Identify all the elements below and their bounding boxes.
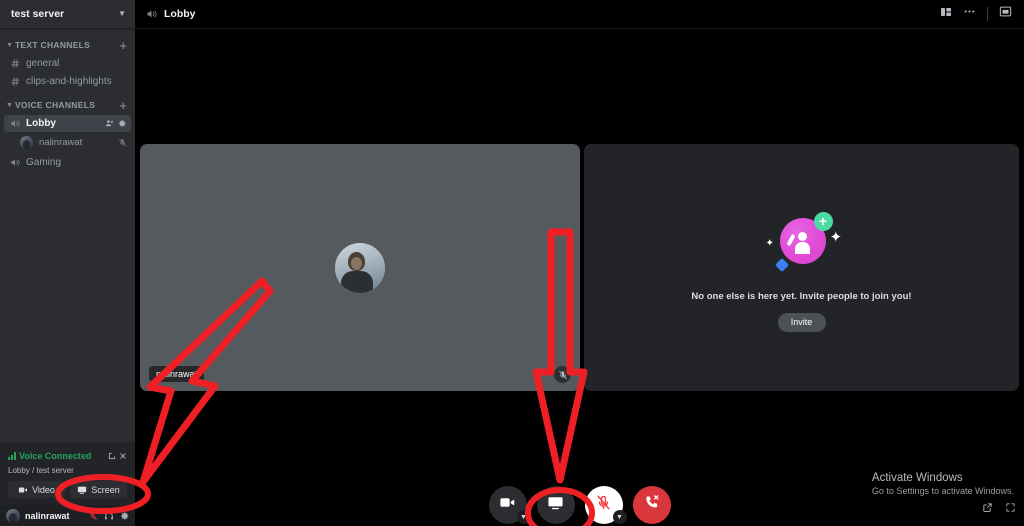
hash-icon: [10, 58, 23, 69]
chevron-down-icon: ▼: [6, 102, 13, 109]
video-stage: nalinrawat + ✦ ✦ No one else is h: [135, 29, 1024, 526]
category-text-channels[interactable]: ▼ TEXT CHANNELS +: [0, 37, 135, 53]
server-header[interactable]: test server ▼: [0, 0, 135, 29]
sidebar-item-gaming[interactable]: Gaming: [4, 154, 131, 171]
disconnect-button[interactable]: [633, 486, 671, 524]
fullscreen-icon[interactable]: [1005, 500, 1016, 518]
video-button[interactable]: Video: [8, 481, 65, 498]
layout-grid-icon[interactable]: [940, 5, 952, 23]
mic-muted-icon[interactable]: [88, 511, 98, 521]
voice-channel-path: Lobby / test server: [8, 466, 127, 475]
user-bar: nalinrawat: [0, 505, 135, 526]
camera-button[interactable]: ▼: [489, 486, 527, 524]
phone-hangup-icon: [643, 494, 660, 516]
video-button-label: Video: [32, 485, 55, 495]
plus-icon[interactable]: +: [119, 99, 127, 112]
screen-button-label: Screen: [91, 485, 120, 495]
channel-list: ▼ TEXT CHANNELS + general clips-and-high…: [0, 29, 135, 442]
participant-name: nalinrawat: [149, 366, 204, 382]
sparkle-icon: ✦: [830, 228, 843, 246]
gear-icon[interactable]: [118, 119, 127, 128]
sidebar-item-lobby[interactable]: Lobby: [4, 115, 131, 132]
main-area: Lobby nalinrawat: [135, 0, 1024, 526]
gear-icon[interactable]: [120, 511, 130, 521]
screen-share-icon: [547, 494, 564, 516]
top-bar: Lobby: [135, 0, 1024, 29]
channel-name: Gaming: [23, 157, 127, 168]
sidebar-item-clips-and-highlights[interactable]: clips-and-highlights: [4, 73, 131, 90]
channel-name: Lobby: [23, 118, 105, 129]
headphones-icon[interactable]: [104, 511, 114, 521]
popout-icon[interactable]: [982, 500, 993, 518]
mute-button[interactable]: ▼: [585, 486, 623, 524]
avatar: [335, 243, 385, 293]
watermark-subtitle: Go to Settings to activate Windows.: [872, 486, 1014, 496]
camera-icon: [499, 494, 516, 516]
popout-icon[interactable]: [108, 447, 116, 465]
diamond-icon: [774, 257, 788, 271]
channel-name: clips-and-highlights: [23, 76, 127, 87]
chevron-down-icon[interactable]: ▼: [517, 510, 531, 524]
person-wave-with-plus-icon: + ✦ ✦: [742, 204, 862, 282]
more-options-icon[interactable]: [963, 5, 976, 23]
mic-muted-icon: [595, 494, 612, 516]
chevron-down-icon[interactable]: ▼: [613, 510, 627, 524]
voice-connected-panel: Voice Connected Lobby / test server Vi: [0, 442, 135, 505]
speaker-icon: [10, 118, 23, 129]
divider: [987, 7, 988, 21]
chevron-down-icon: ▼: [6, 42, 13, 49]
sparkle-icon: ✦: [766, 238, 774, 249]
mic-muted-icon: [554, 366, 571, 383]
category-label: VOICE CHANNELS: [15, 100, 119, 110]
server-name: test server: [11, 8, 118, 20]
speaker-icon: [10, 157, 23, 168]
close-icon[interactable]: [119, 447, 127, 465]
hash-icon: [10, 76, 23, 87]
avatar: [20, 136, 33, 149]
voice-member-nalinrawat[interactable]: nalinrawat: [4, 133, 131, 151]
watermark-title: Activate Windows: [872, 472, 1014, 484]
empty-state-message: No one else is here yet. Invite people t…: [584, 291, 1019, 302]
discord-window: test server ▼ ▼ TEXT CHANNELS + general: [0, 0, 1024, 526]
page-title: Lobby: [158, 8, 940, 20]
voice-status-label: Voice Connected: [19, 451, 105, 461]
activate-windows-watermark: Activate Windows Go to Settings to activ…: [872, 472, 1014, 496]
camera-icon: [18, 485, 28, 495]
popout-window-icon[interactable]: [999, 5, 1012, 23]
invite-person-icon[interactable]: [105, 119, 114, 128]
category-label: TEXT CHANNELS: [15, 40, 119, 50]
avatar[interactable]: [6, 509, 20, 523]
empty-state-tile: + ✦ ✦ No one else is here yet. Invite pe…: [584, 144, 1019, 391]
plus-icon[interactable]: +: [119, 39, 127, 52]
category-voice-channels[interactable]: ▼ VOICE CHANNELS +: [0, 97, 135, 113]
current-username: nalinrawat: [25, 511, 83, 521]
mic-muted-icon: [118, 138, 127, 147]
channel-name: general: [23, 58, 127, 69]
voice-member-name: nalinrawat: [33, 137, 118, 148]
sidebar: test server ▼ ▼ TEXT CHANNELS + general: [0, 0, 135, 526]
sidebar-item-general[interactable]: general: [4, 55, 131, 72]
screen-share-icon: [77, 485, 87, 495]
screen-share-button[interactable]: [537, 486, 575, 524]
invite-button[interactable]: Invite: [778, 313, 826, 332]
signal-bars-icon: [8, 452, 16, 460]
speaker-icon: [146, 8, 158, 20]
screen-button[interactable]: Screen: [70, 481, 127, 498]
participant-tile-self[interactable]: nalinrawat: [140, 144, 580, 391]
chevron-down-icon: ▼: [118, 10, 126, 18]
